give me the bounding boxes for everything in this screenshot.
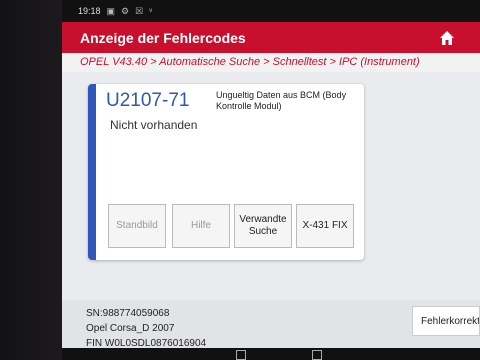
system-nav-bar [62,348,480,360]
fault-code-card: U2107-71 Nicht vorhanden Ungueltig Daten… [88,84,364,260]
breadcrumb-text: OPEL V43.40 > Automatische Suche > Schne… [80,56,420,68]
verwandte-suche-button[interactable]: Verwandte Suche [234,204,292,248]
hilfe-button[interactable]: Hilfe [172,204,230,248]
recent-apps-icon[interactable] [236,350,246,360]
x431-fix-button[interactable]: X-431 FIX [296,204,354,248]
breadcrumb: OPEL V43.40 > Automatische Suche > Schne… [62,53,480,72]
page-title: Anzeige der Fehlercodes [80,29,246,46]
fehlerkorrektur-button[interactable]: Fehlerkorrekt [412,306,480,336]
standbild-button[interactable]: Standbild [108,204,166,248]
signal-icon: ᵛ [149,6,153,16]
settings-icon: ⚙ [121,5,130,16]
device-bezel [0,0,62,360]
vehicle-model: Opel Corsa_D 2007 [86,323,175,334]
fault-code: U2107-71 [106,90,190,111]
screenshot-icon[interactable] [312,350,322,360]
status-bar: 19:18 ▣ ⚙ ☒ ᵛ [62,0,480,22]
status-time: 19:18 [78,6,101,16]
title-bar: Anzeige der Fehlercodes [62,22,480,53]
card-accent-bar [88,84,96,260]
home-icon[interactable] [438,29,456,47]
box-icon: ☒ [135,5,144,16]
image-icon: ▣ [106,5,116,16]
serial-number: SN:988774059068 [86,308,170,319]
fault-status: Nicht vorhanden [110,118,198,132]
fault-description: Ungueltig Daten aus BCM (Body Kontrolle … [216,90,347,111]
tablet-screen: 19:18 ▣ ⚙ ☒ ᵛ Anzeige der Fehlercodes OP… [62,0,480,360]
